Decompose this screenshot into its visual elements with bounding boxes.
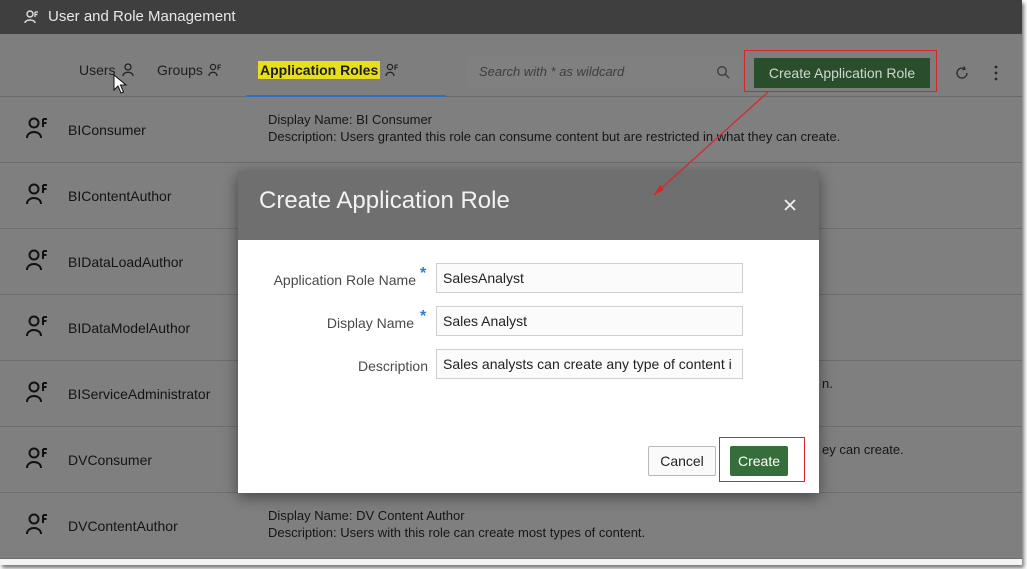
- mouse-cursor-icon: [113, 74, 127, 94]
- annotation-arrow: [653, 91, 769, 196]
- app-window: User and Role Management Users Groups Ap…: [0, 0, 1022, 565]
